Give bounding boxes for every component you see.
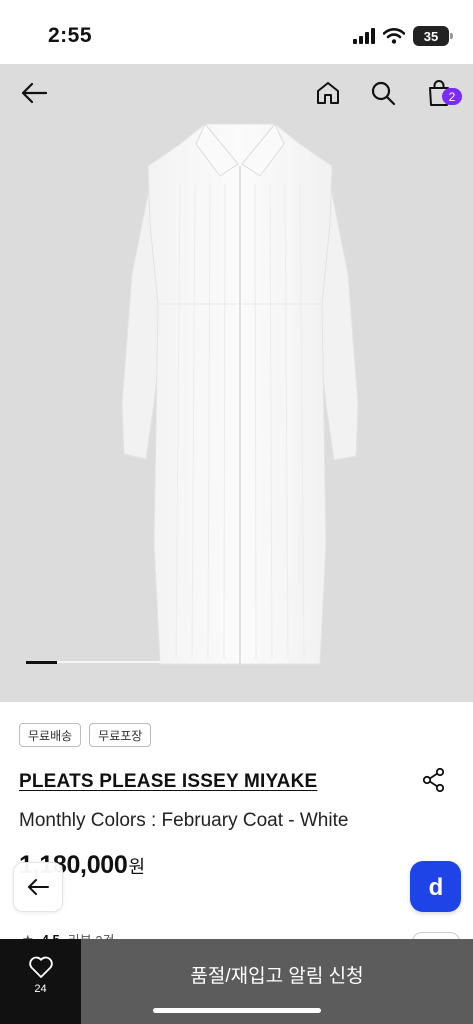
- product-name: Monthly Colors : February Coat - White: [19, 810, 349, 831]
- arrow-left-icon: [28, 879, 49, 895]
- wishlist-button[interactable]: 24: [0, 939, 81, 1024]
- cart-button[interactable]: 2: [422, 76, 462, 110]
- coat-illustration: [121, 123, 359, 665]
- home-indicator: [153, 1008, 321, 1013]
- back-button[interactable]: [17, 76, 51, 110]
- wishlist-count: 24: [34, 983, 47, 995]
- image-progress-fill: [26, 660, 58, 664]
- app-shortcut-button[interactable]: d: [410, 861, 461, 912]
- status-time: 2:55: [48, 24, 93, 47]
- tag-free-wrapping: 무료포장: [89, 723, 152, 747]
- svg-text:d: d: [428, 874, 443, 900]
- battery-indicator: 35: [413, 26, 453, 46]
- search-button[interactable]: [366, 76, 400, 110]
- top-nav: 2: [0, 64, 473, 124]
- product-tags: 무료배송 무료포장: [19, 723, 152, 747]
- floating-back-button[interactable]: [13, 862, 63, 912]
- wifi-icon: [383, 28, 405, 44]
- d-logo-icon: d: [428, 874, 443, 900]
- price-currency: 원: [128, 857, 146, 877]
- battery-level: 35: [423, 28, 439, 44]
- tag-free-shipping: 무료배송: [19, 723, 82, 747]
- share-icon: [422, 767, 445, 793]
- home-icon: [317, 82, 339, 104]
- brand-link[interactable]: PLEATS PLEASE ISSEY MIYAKE: [19, 771, 317, 793]
- share-button[interactable]: [421, 767, 447, 793]
- search-icon: [371, 81, 396, 106]
- signal-icon: [353, 28, 375, 44]
- cart-count-badge: 2: [442, 88, 462, 105]
- status-icons: 35: [353, 26, 453, 46]
- status-bar: 2:55 35: [0, 0, 473, 64]
- image-progress-track: [26, 660, 183, 664]
- heart-icon: [28, 956, 53, 978]
- arrow-left-icon: [21, 82, 48, 104]
- product-image[interactable]: [0, 64, 473, 702]
- home-button[interactable]: [311, 76, 345, 110]
